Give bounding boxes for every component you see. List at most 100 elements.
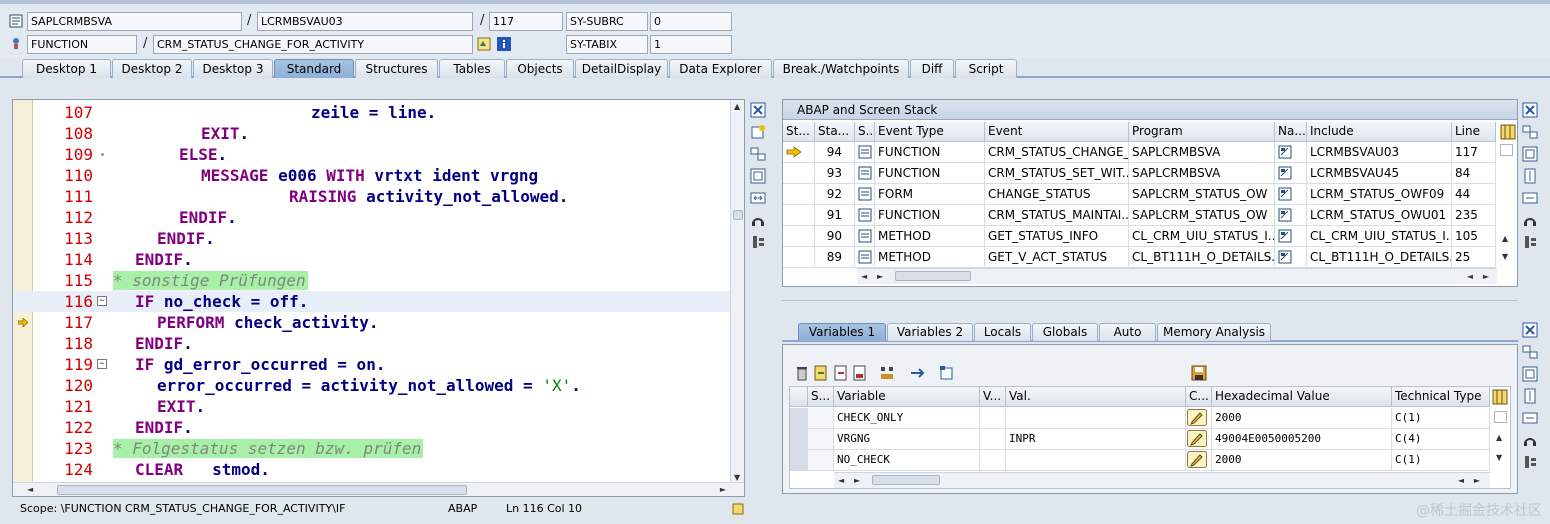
collapse-icon[interactable]: −: [97, 359, 107, 369]
stack-cell-status[interactable]: [783, 226, 815, 247]
scroll-thumb[interactable]: [872, 475, 940, 485]
tab-structures[interactable]: Structures: [355, 59, 438, 78]
scroll-right-icon[interactable]: ►: [720, 485, 726, 494]
var-cell-view[interactable]: [980, 408, 1006, 429]
code-line[interactable]: 122 ENDIF.: [13, 417, 733, 438]
code-line[interactable]: 109 ELSE.: [13, 144, 733, 165]
column-header[interactable]: Line: [1452, 122, 1496, 142]
column-layout-icon[interactable]: [1500, 124, 1516, 140]
code-line[interactable]: 114 ENDIF.: [13, 249, 733, 270]
scroll-left-icon[interactable]: ◄: [27, 485, 33, 494]
stack-scrollbar[interactable]: ▲ ▼: [1498, 142, 1516, 268]
tab-script[interactable]: Script: [955, 59, 1017, 78]
stack-cell-event[interactable]: GET_V_ACT_STATUS: [985, 247, 1129, 268]
stack-cell-level[interactable]: 94: [815, 142, 855, 163]
row-selector[interactable]: [790, 450, 808, 471]
scroll-left-icon[interactable]: ◄: [1467, 272, 1473, 281]
scroll-thumb[interactable]: [1494, 411, 1507, 423]
stack-cell-program[interactable]: SAPLCRM_STATUS_OW: [1129, 184, 1275, 205]
stack-cell-event-type[interactable]: FUNCTION: [875, 142, 985, 163]
maximize-icon[interactable]: [1522, 366, 1538, 382]
code-line[interactable]: 119− IF gd_error_occurred = on.: [13, 354, 733, 375]
navigate-icon[interactable]: [1275, 163, 1307, 184]
tab-diff[interactable]: Diff: [910, 59, 954, 78]
display-icon[interactable]: [938, 365, 956, 381]
var-cell-status[interactable]: [808, 429, 834, 450]
code-line[interactable]: 111 RAISING activity_not_allowed.: [13, 186, 733, 207]
scroll-right-icon[interactable]: ►: [1483, 272, 1489, 281]
column-header[interactable]: Include: [1307, 122, 1452, 142]
info-icon[interactable]: [497, 37, 511, 51]
column-header[interactable]: Hexadecimal Value: [1212, 387, 1392, 407]
new-tool-icon[interactable]: [750, 124, 766, 140]
var-cell-status[interactable]: [808, 450, 834, 471]
stack-cell-event[interactable]: CRM_STATUS_CHANGE_...: [985, 142, 1129, 163]
scroll-thumb[interactable]: [733, 210, 743, 220]
resize-vertical-icon[interactable]: [1522, 388, 1538, 404]
stack-cell-level[interactable]: 92: [815, 184, 855, 205]
column-layout-icon[interactable]: [1492, 389, 1508, 405]
scroll-left-icon[interactable]: ◄: [1458, 476, 1464, 485]
stack-cell-event[interactable]: CHANGE_STATUS: [985, 184, 1129, 205]
code-line[interactable]: 120 error_occurred = activity_not_allowed…: [13, 375, 733, 396]
scroll-right-icon[interactable]: ►: [1474, 476, 1480, 485]
swap-tool-icon[interactable]: [750, 146, 766, 162]
var-cell-type[interactable]: C(1): [1392, 450, 1490, 471]
scroll-right-icon[interactable]: ►: [877, 272, 883, 281]
save-variables-icon[interactable]: [851, 365, 869, 381]
variables-scrollbar[interactable]: ▲ ▼: [1490, 407, 1510, 471]
code-line[interactable]: 123 * Folgestatus setzen bzw. prüfen: [13, 438, 733, 459]
code-line[interactable]: 124 CLEAR stmod.: [13, 459, 733, 480]
stack-cell-status[interactable]: [783, 163, 815, 184]
stack-cell-level[interactable]: 89: [815, 247, 855, 268]
stack-cell-event-type[interactable]: FUNCTION: [875, 163, 985, 184]
stack-cell-line[interactable]: 235: [1452, 205, 1496, 226]
var-cell-hex[interactable]: 2000: [1212, 408, 1392, 429]
code-line[interactable]: 108 EXIT.: [13, 123, 733, 144]
code-line[interactable]: 107 zeile = line.: [13, 102, 733, 123]
settings-icon[interactable]: [1522, 454, 1538, 470]
expand-all-icon[interactable]: [879, 365, 897, 381]
navigate-icon[interactable]: [1275, 226, 1307, 247]
column-header[interactable]: V...: [980, 387, 1006, 407]
close-icon[interactable]: [1522, 322, 1538, 338]
resize-vertical-icon[interactable]: [1522, 168, 1538, 184]
stack-cell-program[interactable]: SAPLCRMBSVA: [1129, 163, 1275, 184]
stack-cell-level[interactable]: 93: [815, 163, 855, 184]
code-line[interactable]: 118 ENDIF.: [13, 333, 733, 354]
column-header[interactable]: St...: [783, 122, 815, 142]
stack-cell-line[interactable]: 44: [1452, 184, 1496, 205]
code-line[interactable]: 113 ENDIF.: [13, 228, 733, 249]
scroll-down-icon[interactable]: ▼: [1496, 453, 1502, 462]
column-header[interactable]: Val.: [1006, 387, 1186, 407]
var-cell-hex[interactable]: 2000: [1212, 450, 1392, 471]
tab-standard[interactable]: Standard: [274, 59, 354, 78]
resize-icon[interactable]: [1522, 190, 1538, 206]
swap-tool-icon[interactable]: [1522, 344, 1538, 360]
code-line[interactable]: 110 MESSAGE e006 WITH vrtxt ident vrgng: [13, 165, 733, 186]
stack-cell-program[interactable]: SAPLCRMBSVA: [1129, 142, 1275, 163]
row-selector[interactable]: [790, 429, 808, 450]
navigate-icon[interactable]: [1275, 247, 1307, 268]
column-header[interactable]: S...: [808, 387, 834, 407]
resize-icon[interactable]: [750, 190, 766, 206]
maximize-icon[interactable]: [1522, 146, 1538, 162]
tab-detaildisplay[interactable]: DetailDisplay: [575, 59, 668, 78]
scroll-down-icon[interactable]: ▼: [1502, 252, 1508, 261]
stack-cell-include[interactable]: LCRM_STATUS_OWU01: [1307, 205, 1452, 226]
tab-auto[interactable]: Auto: [1099, 323, 1156, 341]
column-header[interactable]: Sta...: [815, 122, 855, 142]
navigate-icon[interactable]: [1275, 205, 1307, 226]
navigate-icon[interactable]: [909, 365, 927, 381]
stack-cell-status[interactable]: [783, 205, 815, 226]
tab-breakpoints[interactable]: Break./Watchpoints: [773, 59, 909, 78]
var-cell-hex[interactable]: 49004E0050005200: [1212, 429, 1392, 450]
tab-desktop-1[interactable]: Desktop 1: [22, 59, 111, 78]
scroll-up-icon[interactable]: ▲: [1502, 234, 1508, 243]
services-icon[interactable]: [1522, 212, 1538, 228]
maximize-icon[interactable]: [750, 168, 766, 184]
row-selector[interactable]: [790, 408, 808, 429]
tab-globals[interactable]: Globals: [1032, 323, 1098, 341]
scroll-thumb[interactable]: [895, 271, 971, 281]
services-icon[interactable]: [1522, 432, 1538, 448]
